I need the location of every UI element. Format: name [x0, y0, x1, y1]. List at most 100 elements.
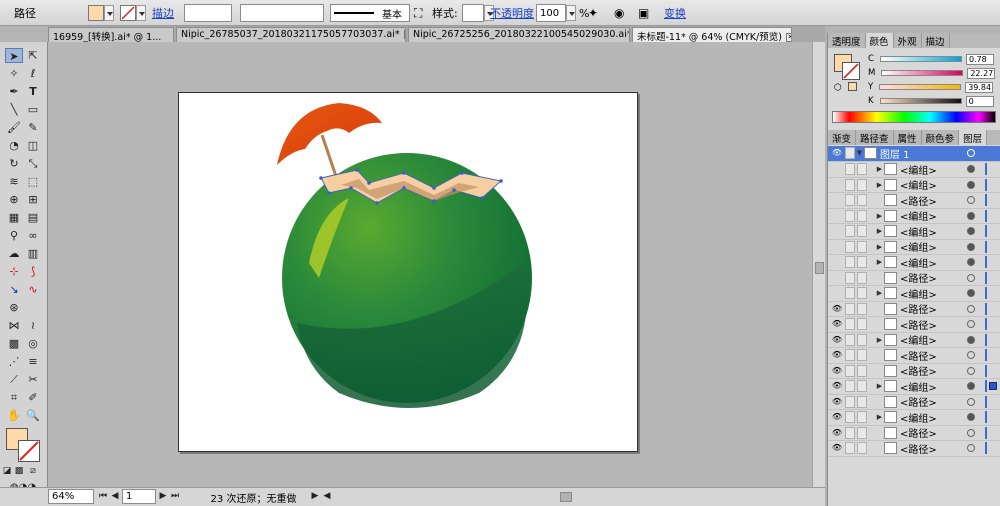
- layer-item-label[interactable]: <路径>: [900, 193, 937, 208]
- tab-pathfinder[interactable]: 路径查: [856, 130, 894, 145]
- visibility-eye-icon[interactable]: [831, 225, 843, 237]
- layer-row[interactable]: ▶ <编组>: [828, 239, 1000, 255]
- target-circle-icon[interactable]: [967, 335, 975, 344]
- layer-item-label[interactable]: <路径>: [900, 425, 937, 440]
- lock-toggle[interactable]: [845, 442, 855, 455]
- column-graph-icon[interactable]: ▥: [24, 246, 42, 261]
- template-toggle[interactable]: [857, 163, 867, 176]
- layer-row[interactable]: ▶ <编组>: [828, 208, 1000, 224]
- lock-toggle[interactable]: [845, 163, 855, 176]
- template-toggle[interactable]: [857, 256, 867, 269]
- target-circle-icon[interactable]: [967, 444, 975, 453]
- layer-item-label[interactable]: <路径>: [900, 363, 937, 378]
- layer-row[interactable]: 👁 ▶ <编组>: [828, 332, 1000, 348]
- expand-triangle-icon[interactable]: ▶: [875, 382, 884, 390]
- visibility-eye-icon[interactable]: 👁: [831, 303, 843, 315]
- layer-row[interactable]: 👁 <路径>: [828, 441, 1000, 457]
- layer-item-label[interactable]: <编组>: [900, 177, 937, 192]
- mesh-tool-icon[interactable]: ▦: [5, 210, 23, 225]
- y-slider[interactable]: [879, 84, 962, 90]
- lock-toggle[interactable]: [845, 426, 855, 439]
- target-circle-icon[interactable]: [967, 258, 975, 267]
- visibility-eye-icon[interactable]: 👁: [831, 411, 843, 423]
- stroke-swatch[interactable]: [120, 5, 136, 21]
- c-value[interactable]: 0.78: [965, 53, 994, 65]
- layer-item-label[interactable]: <编组>: [900, 239, 937, 254]
- align-icon[interactable]: ⛶: [414, 0, 422, 26]
- blob-brush-icon[interactable]: ◔: [5, 138, 23, 153]
- warp-tool-icon[interactable]: ≋: [5, 174, 23, 189]
- scissors-icon[interactable]: ✂: [24, 372, 42, 387]
- page-select[interactable]: 1: [122, 489, 156, 504]
- lock-toggle[interactable]: [845, 287, 855, 300]
- doc-tab-2[interactable]: Nipic_26785037_20180321175057703037.ai*✕: [176, 27, 406, 42]
- gradient-tool-icon[interactable]: ▤: [24, 210, 42, 225]
- target-circle-icon[interactable]: [967, 211, 975, 220]
- visibility-eye-icon[interactable]: [831, 272, 843, 284]
- target-circle-icon[interactable]: [967, 397, 975, 406]
- target-circle-icon[interactable]: [967, 428, 975, 437]
- visibility-eye-icon[interactable]: 👁: [831, 427, 843, 439]
- variable-width-field[interactable]: [240, 4, 324, 22]
- visibility-eye-icon[interactable]: [831, 179, 843, 191]
- layer-row[interactable]: <路径>: [828, 193, 1000, 209]
- target-circle-icon[interactable]: [967, 273, 975, 282]
- direct-selection-tool-icon[interactable]: ⇱: [24, 48, 42, 63]
- target-circle-icon[interactable]: [967, 149, 975, 158]
- curvature-icon[interactable]: ⟆: [24, 264, 42, 279]
- last-page-icon[interactable]: ⏭: [170, 489, 180, 504]
- layer-item-label[interactable]: <编组>: [900, 379, 937, 394]
- layer-item-label[interactable]: <编组>: [900, 255, 937, 270]
- symbol-sprayer-icon[interactable]: ☁: [5, 246, 23, 261]
- shape-builder-icon[interactable]: ⊕: [5, 192, 23, 207]
- opacity-dropdown[interactable]: [566, 5, 576, 21]
- layer-item-label[interactable]: <路径>: [900, 441, 937, 456]
- tab-transparency[interactable]: 透明度: [828, 33, 866, 48]
- template-toggle[interactable]: [857, 349, 867, 362]
- visibility-eye-icon[interactable]: 👁: [831, 365, 843, 377]
- visibility-eye-icon[interactable]: 👁: [831, 396, 843, 408]
- first-page-icon[interactable]: ⏮: [98, 489, 108, 504]
- free-transform-icon[interactable]: ⬚: [24, 174, 42, 189]
- lock-toggle[interactable]: [845, 364, 855, 377]
- layer-row[interactable]: 👁 <路径>: [828, 425, 1000, 441]
- visibility-eye-icon[interactable]: 👁: [831, 380, 843, 392]
- template-toggle[interactable]: [857, 209, 867, 222]
- target-circle-icon[interactable]: [967, 165, 975, 174]
- horizontal-scroll-thumb[interactable]: [560, 492, 572, 502]
- stroke-link[interactable]: 描边: [152, 0, 174, 26]
- crop-tool-icon[interactable]: ⌗: [5, 390, 23, 405]
- visibility-eye-icon[interactable]: [831, 256, 843, 268]
- close-icon[interactable]: ✕: [785, 33, 791, 42]
- visibility-eye-icon[interactable]: [831, 194, 843, 206]
- doc-tab-active[interactable]: 未标题-11* @ 64% (CMYK/预览)✕: [632, 27, 792, 42]
- layer-item-label[interactable]: <编组>: [900, 332, 937, 347]
- pencil-icon[interactable]: ✎: [24, 120, 42, 135]
- layer-item-label[interactable]: <编组>: [900, 208, 937, 223]
- eyedropper-icon[interactable]: ⚲: [5, 228, 23, 243]
- fill-swatch[interactable]: [88, 5, 104, 21]
- doc-tab-1[interactable]: 16959_[转换].ai* @ 1...: [48, 27, 174, 42]
- target-circle-icon[interactable]: [967, 304, 975, 313]
- layer-row[interactable]: ▶ <编组>: [828, 286, 1000, 302]
- selection-tool-icon[interactable]: ➤: [5, 48, 23, 63]
- lock-toggle[interactable]: [845, 194, 855, 207]
- target-circle-icon[interactable]: [967, 382, 975, 391]
- lock-toggle[interactable]: [845, 380, 855, 393]
- knife-tool-icon[interactable]: ⟋: [5, 372, 23, 387]
- tab-gradient[interactable]: 渐变: [828, 130, 857, 145]
- zoom-tool-icon[interactable]: 🔍: [24, 408, 42, 423]
- target-circle-icon[interactable]: [967, 180, 975, 189]
- isolate-icon[interactable]: ▣: [638, 0, 649, 26]
- lock-toggle[interactable]: [845, 411, 855, 424]
- panel-stroke-swatch[interactable]: [842, 62, 860, 80]
- tab-color-guide[interactable]: 颜色参: [922, 130, 960, 145]
- visibility-eye-icon[interactable]: 👁: [831, 349, 843, 361]
- zoom-select[interactable]: 64%: [48, 489, 94, 504]
- coconut-illustration[interactable]: [179, 93, 639, 453]
- target-circle-icon[interactable]: [967, 366, 975, 375]
- width-tool-icon[interactable]: ≀: [24, 318, 42, 333]
- target-circle-icon[interactable]: [967, 242, 975, 251]
- color-spectrum[interactable]: [832, 111, 996, 123]
- lock-toggle[interactable]: [845, 209, 855, 222]
